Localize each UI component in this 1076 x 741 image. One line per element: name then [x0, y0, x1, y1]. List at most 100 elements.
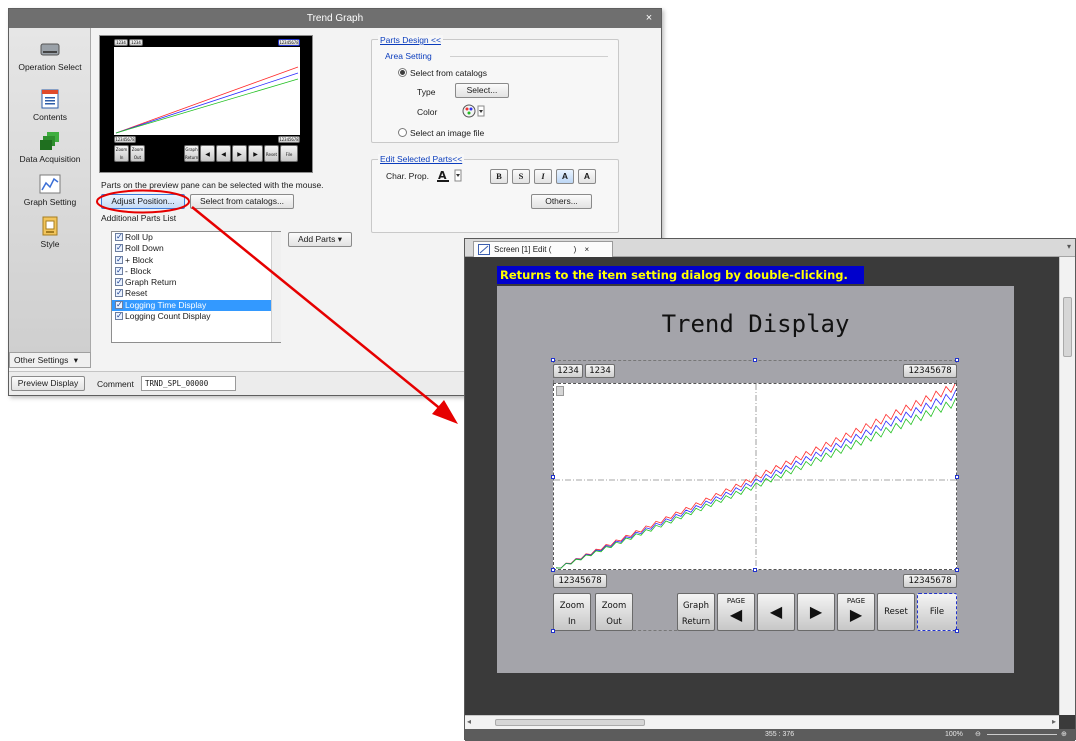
checkbox-checked-icon[interactable]: [115, 232, 123, 242]
page-forward-button[interactable]: PAGE ▶: [837, 593, 875, 631]
selection-handle[interactable]: [955, 568, 959, 572]
scroll-left-icon[interactable]: ◂: [467, 717, 471, 726]
preview-file[interactable]: File: [280, 145, 298, 162]
list-item[interactable]: Logging Count Display: [112, 310, 280, 322]
zoom-out-button[interactable]: Zoom Out: [595, 593, 633, 631]
checkbox-checked-icon[interactable]: [115, 265, 123, 276]
zoom-out-icon[interactable]: ⊖: [975, 729, 981, 741]
preview-display-4[interactable]: 12345678: [114, 136, 136, 143]
type-select-button[interactable]: Select...: [455, 83, 509, 98]
list-item[interactable]: Reset: [112, 287, 280, 299]
selection-handle[interactable]: [551, 629, 555, 633]
vertical-scrollbar[interactable]: [1059, 257, 1075, 715]
time-display-bottom-right[interactable]: 12345678: [903, 574, 957, 588]
list-item[interactable]: Logging Time Display: [112, 299, 280, 312]
selection-handle[interactable]: [551, 568, 555, 572]
back-button[interactable]: ◀: [757, 593, 795, 631]
preview-display-button[interactable]: Preview Display: [11, 376, 85, 391]
selection-handle[interactable]: [551, 358, 555, 362]
checkbox-checked-icon[interactable]: [115, 299, 123, 310]
reset-button[interactable]: Reset: [877, 593, 915, 631]
add-parts-button[interactable]: Add Parts ▾: [288, 232, 352, 247]
shadow-button[interactable]: S: [512, 169, 530, 184]
zoom-in-icon[interactable]: ⊕: [1061, 729, 1067, 741]
preview-reset[interactable]: Reset: [264, 145, 279, 162]
selection-handle[interactable]: [551, 475, 555, 479]
list-item[interactable]: Roll Up: [112, 232, 280, 243]
preview-graph-area[interactable]: [114, 47, 300, 135]
sidebar-item-style[interactable]: Style: [9, 215, 91, 249]
vertical-scroll-thumb[interactable]: [1063, 297, 1072, 357]
parts-design-toggle[interactable]: Parts Design <<: [378, 35, 443, 45]
logging-count-display-2[interactable]: 1234: [585, 364, 615, 378]
preview-graph-return[interactable]: Graph Return: [184, 145, 199, 162]
highlight-ellipse: [96, 189, 190, 214]
dialog-titlebar[interactable]: Trend Graph ×: [9, 9, 661, 28]
trend-display-title[interactable]: Trend Display: [497, 310, 1014, 338]
parts-list-scrollbar[interactable]: [271, 232, 281, 342]
logging-count-display-1[interactable]: 1234: [553, 364, 583, 378]
radio-select-from-catalogs[interactable]: Select from catalogs: [398, 68, 487, 78]
selection-handle[interactable]: [753, 568, 757, 572]
preview-zoom-out[interactable]: Zoom Out: [130, 145, 145, 162]
list-item[interactable]: - Block: [112, 265, 280, 277]
preview-page-forward[interactable]: ▶: [248, 145, 263, 162]
sidebar-item-graph-setting[interactable]: Graph Setting: [9, 173, 91, 207]
preview-forward[interactable]: ▶: [232, 145, 247, 162]
other-settings-dropdown[interactable]: Other Settings ▾: [9, 352, 91, 368]
file-button[interactable]: File: [917, 593, 957, 631]
list-item[interactable]: Roll Down: [112, 242, 280, 254]
selection-handle[interactable]: [955, 629, 959, 633]
preview-display-3[interactable]: 12345678: [278, 39, 300, 46]
additional-parts-list[interactable]: Roll UpRoll Down+ Block- BlockGraph Retu…: [111, 231, 281, 343]
preview-pane[interactable]: 1234 1234 12345678 12345678 12345678 Zoo…: [99, 35, 313, 173]
selection-handle[interactable]: [955, 475, 959, 479]
checkbox-checked-icon[interactable]: [115, 310, 123, 321]
scroll-right-icon[interactable]: ▸: [1052, 717, 1056, 726]
zoom-in-button[interactable]: Zoom In: [553, 593, 591, 631]
checkbox-checked-icon[interactable]: [115, 287, 123, 298]
selection-handle[interactable]: [955, 358, 959, 362]
list-item[interactable]: Graph Return: [112, 276, 280, 288]
preview-zoom-in[interactable]: Zoom In: [114, 145, 129, 162]
time-display-bottom-left[interactable]: 12345678: [553, 574, 607, 588]
checkbox-checked-icon[interactable]: [115, 254, 123, 265]
chevron-down-icon: ▾: [337, 234, 342, 244]
list-item[interactable]: + Block: [112, 254, 280, 266]
horizontal-scrollbar[interactable]: ◂ ▸: [465, 715, 1059, 729]
horizontal-scroll-thumb[interactable]: [495, 719, 645, 726]
edit-selected-parts-toggle[interactable]: Edit Selected Parts<<: [378, 154, 465, 164]
checkbox-checked-icon[interactable]: [115, 276, 123, 287]
comment-field[interactable]: TRND_SPL_00000: [141, 376, 236, 391]
text-style-a-button[interactable]: A: [556, 169, 574, 184]
sidebar-item-contents[interactable]: Contents: [9, 88, 91, 122]
others-button[interactable]: Others...: [531, 194, 592, 209]
logging-time-display-top[interactable]: 12345678: [903, 364, 957, 378]
preview-display-1[interactable]: 1234: [114, 39, 128, 46]
screen-canvas[interactable]: Trend Display 1234 1234 12345678 1234567…: [497, 286, 1014, 673]
trend-graph-area[interactable]: [553, 383, 958, 571]
checkbox-checked-icon[interactable]: [115, 242, 123, 253]
sidebar-item-data-acquisition[interactable]: Data Acquisition: [9, 130, 91, 164]
radio-select-image-file[interactable]: Select an image file: [398, 128, 484, 138]
preview-display-5[interactable]: 12345678: [278, 136, 300, 143]
color-picker[interactable]: [461, 103, 485, 119]
preview-page-back[interactable]: ◀: [200, 145, 215, 162]
preview-back[interactable]: ◀: [216, 145, 231, 162]
graph-return-button[interactable]: Graph Return: [677, 593, 715, 631]
chevron-down-icon[interactable]: ▾: [1067, 242, 1071, 251]
text-style-a-outline-button[interactable]: A: [578, 169, 596, 184]
select-from-catalogs-button[interactable]: Select from catalogs...: [190, 194, 294, 209]
close-icon[interactable]: ×: [643, 9, 655, 28]
forward-button[interactable]: ▶: [797, 593, 835, 631]
zoom-slider[interactable]: [987, 734, 1057, 735]
bold-button[interactable]: B: [490, 169, 508, 184]
selection-handle[interactable]: [753, 358, 757, 362]
page-back-button[interactable]: PAGE ◀: [717, 593, 755, 631]
font-color-picker[interactable]: A: [435, 168, 463, 183]
tab-screen-edit[interactable]: Screen [1] Edit ( ) ×: [473, 241, 613, 257]
sidebar-item-operation-select[interactable]: Operation Select: [9, 38, 91, 72]
tab-close-icon[interactable]: ×: [585, 245, 590, 254]
preview-display-2[interactable]: 1234: [129, 39, 143, 46]
italic-button[interactable]: I: [534, 169, 552, 184]
